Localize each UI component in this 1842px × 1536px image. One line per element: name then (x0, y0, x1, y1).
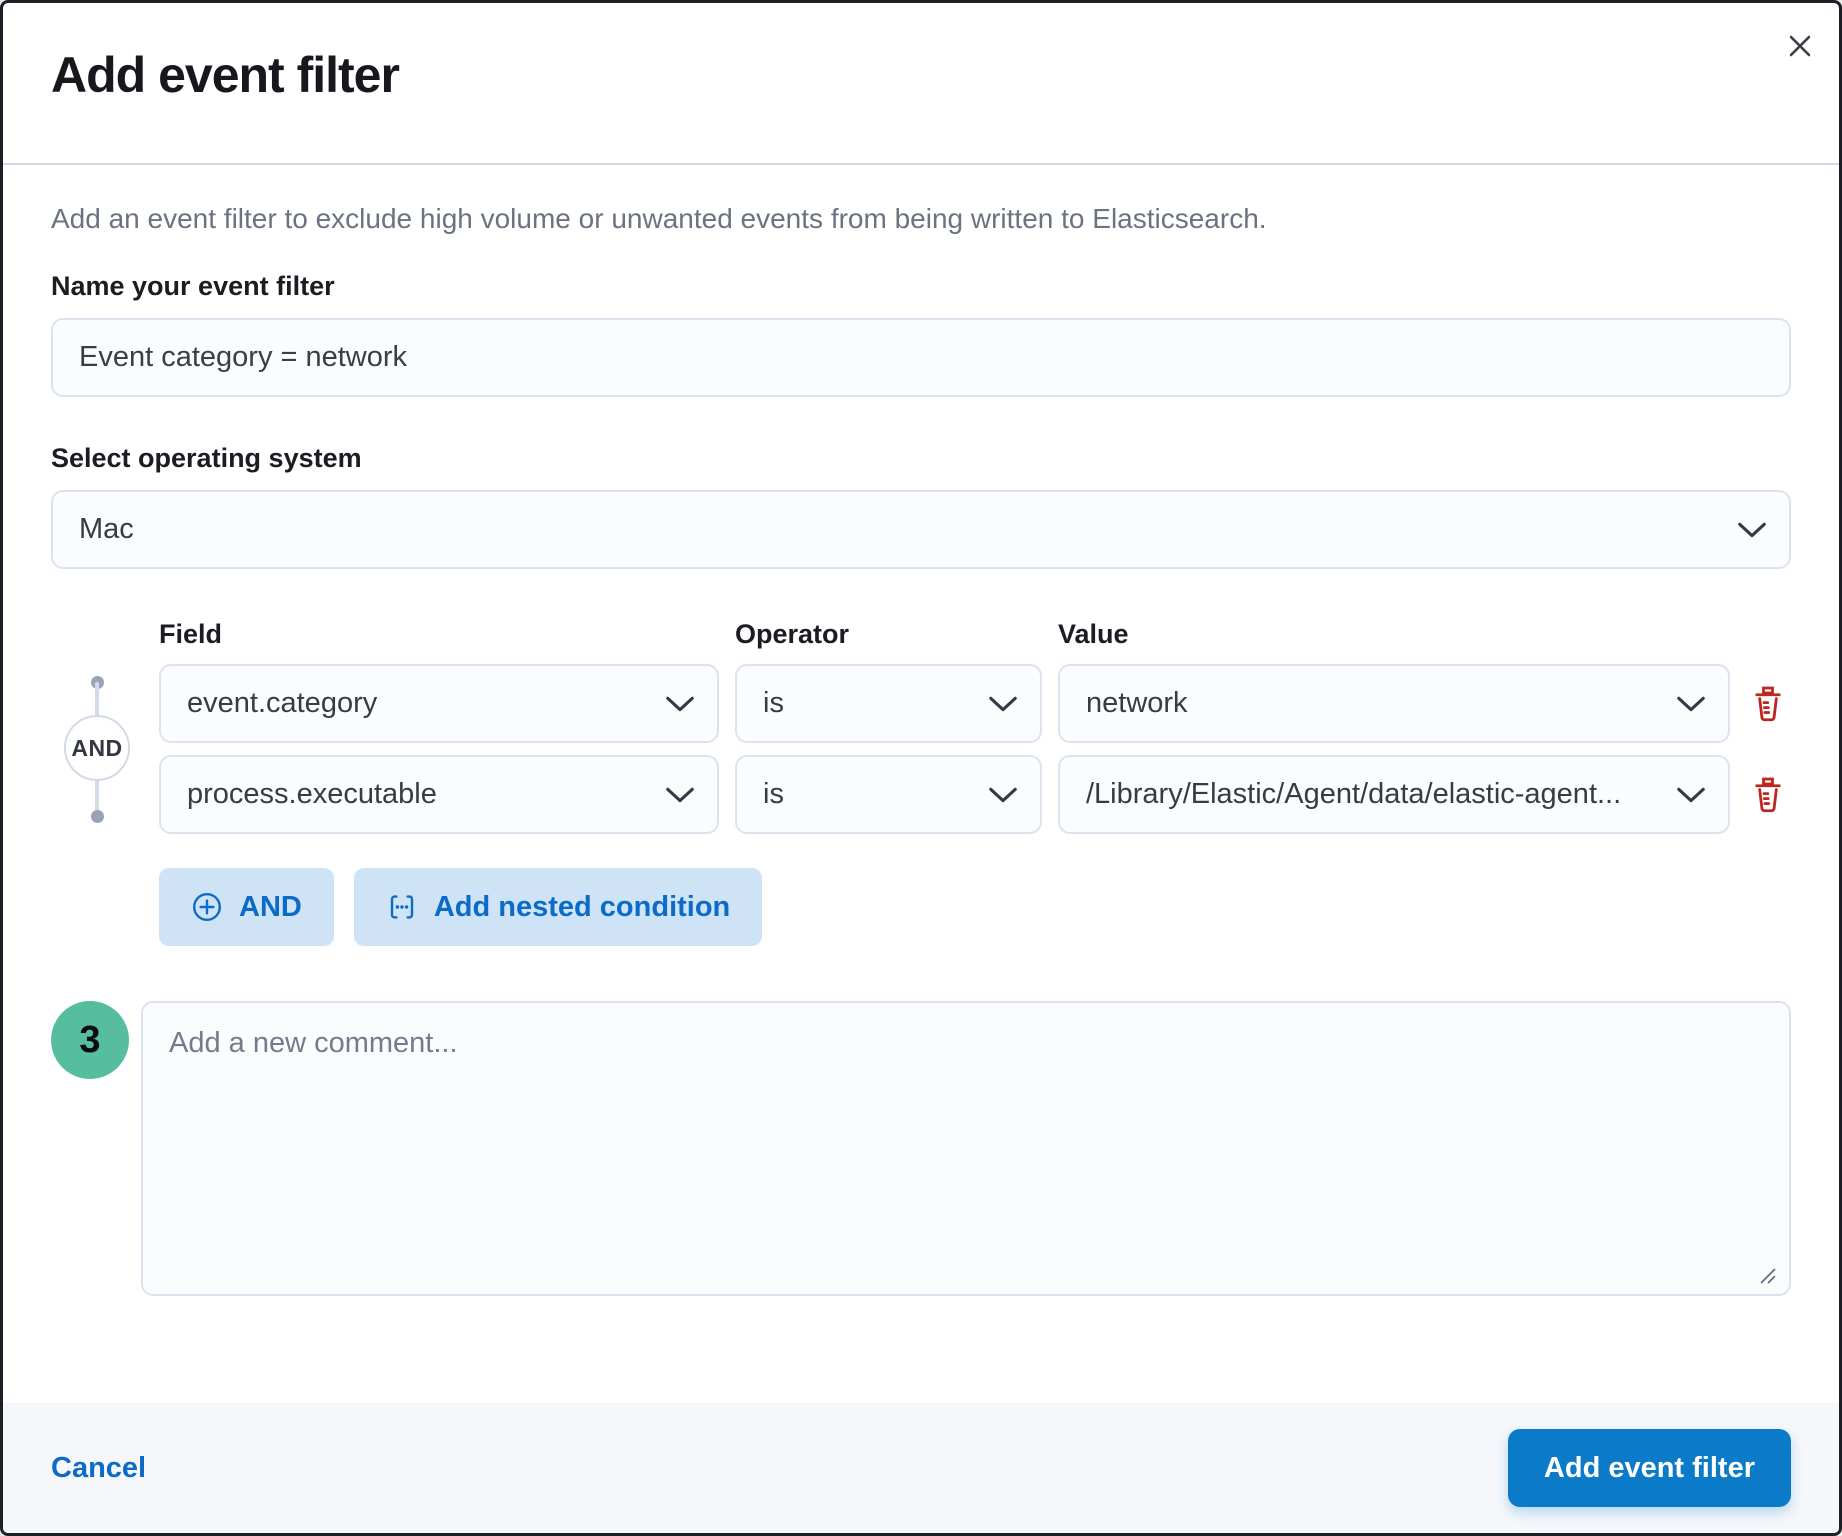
modal-body: Add an event filter to exclude high volu… (3, 165, 1839, 1403)
and-connector-rail: AND (51, 664, 143, 832)
value-select[interactable]: network (1058, 664, 1730, 743)
page-title: Add event filter (51, 45, 1791, 105)
operator-select[interactable]: is (735, 755, 1042, 834)
filter-name-input[interactable] (51, 318, 1791, 397)
cancel-button[interactable]: Cancel (51, 1452, 146, 1485)
and-connector-badge: AND (64, 715, 130, 781)
trash-icon (1750, 686, 1786, 722)
value-select[interactable]: /Library/Elastic/Agent/data/elastic-agen… (1058, 755, 1730, 834)
modal-description: Add an event filter to exclude high volu… (51, 201, 1791, 237)
builder-actions: AND Add nested condition (51, 868, 1791, 946)
rail-dot (91, 810, 104, 823)
value-select-value: network (1086, 687, 1188, 720)
plus-circle-icon (191, 891, 223, 923)
close-icon (1787, 33, 1813, 59)
add-nested-condition-button[interactable]: Add nested condition (354, 868, 762, 946)
resize-handle-icon[interactable] (1759, 1267, 1777, 1285)
field-select-value: process.executable (187, 778, 437, 811)
trash-icon (1750, 777, 1786, 813)
filter-name-label: Name your event filter (51, 271, 1791, 302)
add-nested-condition-label: Add nested condition (434, 891, 730, 924)
modal-footer: Cancel Add event filter (3, 1403, 1839, 1533)
os-select[interactable]: Mac (51, 490, 1791, 569)
operator-select-value: is (763, 778, 784, 811)
chevron-down-icon (988, 786, 1018, 804)
condition-builder: Field Operator Value AND event.category (51, 619, 1791, 946)
comment-section: 3 (51, 1001, 1791, 1301)
field-select[interactable]: event.category (159, 664, 719, 743)
field-select[interactable]: process.executable (159, 755, 719, 834)
condition-row: event.category is network (51, 664, 1791, 743)
close-icon[interactable] (1779, 25, 1821, 67)
chevron-down-icon (1676, 786, 1706, 804)
chevron-down-icon (1676, 695, 1706, 713)
step-badge: 3 (51, 1001, 129, 1079)
delete-condition-button[interactable] (1746, 755, 1790, 834)
condition-row: process.executable is /Library/Elastic/A… (51, 755, 1791, 834)
os-select-value: Mac (79, 513, 134, 546)
chevron-down-icon (665, 786, 695, 804)
operator-column-label: Operator (735, 619, 1042, 650)
field-select-value: event.category (187, 687, 377, 720)
chevron-down-icon (665, 695, 695, 713)
comment-textarea[interactable] (141, 1001, 1791, 1296)
value-select-value: /Library/Elastic/Agent/data/elastic-agen… (1086, 778, 1621, 811)
delete-condition-button[interactable] (1746, 664, 1790, 743)
os-select-label: Select operating system (51, 443, 1791, 474)
and-button[interactable]: AND (159, 868, 334, 946)
add-event-filter-button[interactable]: Add event filter (1508, 1429, 1791, 1507)
add-event-filter-modal: Add event filter Add an event filter to … (0, 0, 1842, 1536)
chevron-down-icon (988, 695, 1018, 713)
chevron-down-icon (1737, 521, 1767, 539)
operator-select-value: is (763, 687, 784, 720)
operator-select[interactable]: is (735, 664, 1042, 743)
modal-header: Add event filter (3, 3, 1839, 165)
value-column-label: Value (1058, 619, 1730, 650)
builder-column-labels: Field Operator Value (51, 619, 1791, 650)
field-column-label: Field (159, 619, 719, 650)
and-button-label: AND (239, 891, 302, 924)
nested-brackets-icon (386, 891, 418, 923)
